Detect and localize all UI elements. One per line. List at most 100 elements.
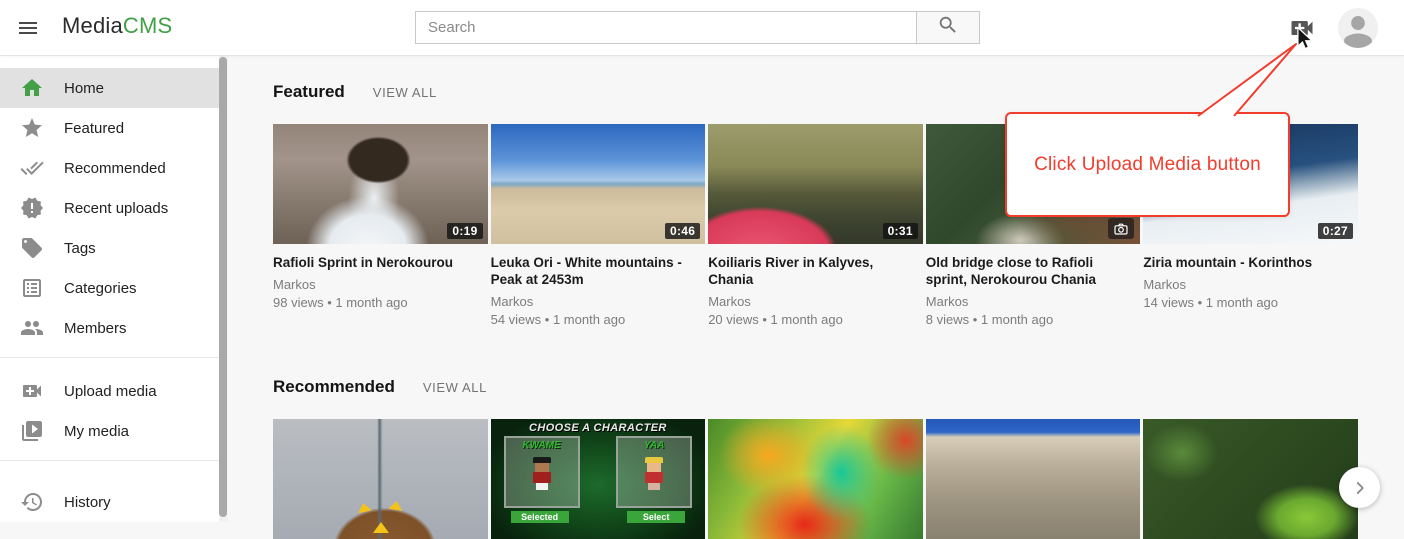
media-author[interactable]: Markos	[926, 294, 1141, 309]
pumpkin-eye	[388, 500, 403, 511]
media-card[interactable]	[926, 419, 1141, 539]
sidebar-divider	[0, 460, 219, 461]
sidebar-item-featured[interactable]: Featured	[0, 108, 219, 148]
search-button[interactable]	[917, 11, 980, 44]
sidebar-item-label: Featured	[64, 120, 124, 137]
game-select-button: Select	[627, 511, 685, 523]
history-icon	[20, 490, 44, 514]
upload-media-button[interactable]	[1288, 14, 1318, 42]
game-character-sprite	[645, 457, 663, 490]
sidebar-item-history[interactable]: History	[0, 482, 219, 522]
media-meta: 54 views • 1 month ago	[491, 312, 706, 327]
media-card[interactable]	[1143, 419, 1358, 539]
sidebar: Home Featured Recommended Recent uploads…	[0, 56, 219, 522]
members-icon	[20, 316, 44, 340]
video-thumbnail[interactable]: 0:19	[273, 124, 488, 244]
view-all-link[interactable]: VIEW ALL	[423, 380, 487, 395]
sidebar-item-label: History	[64, 494, 111, 511]
chevron-right-icon	[1349, 477, 1371, 499]
sidebar-scrollbar-thumb[interactable]	[219, 57, 227, 517]
media-author[interactable]: Markos	[1143, 277, 1358, 292]
sidebar-item-label: Categories	[64, 280, 137, 297]
game-character-panel: YAA	[616, 436, 692, 508]
video-thumbnail[interactable]	[273, 419, 488, 539]
media-title[interactable]: Rafioli Sprint in Nerokourou	[273, 254, 488, 271]
video-thumbnail[interactable]: 0:31	[708, 124, 923, 244]
media-author[interactable]: Markos	[273, 277, 488, 292]
section-title: Featured	[273, 82, 345, 102]
video-library-icon	[20, 419, 44, 443]
user-avatar[interactable]	[1338, 8, 1378, 48]
hamburger-menu-icon[interactable]	[14, 16, 42, 40]
video-upload-icon	[1288, 29, 1316, 46]
tour-tooltip: Click Upload Media button	[1005, 112, 1290, 217]
sidebar-item-label: Upload media	[64, 383, 157, 400]
home-icon	[20, 76, 44, 100]
sidebar-item-upload-media[interactable]: Upload media	[0, 371, 219, 411]
media-title[interactable]: Old bridge close to Rafioli sprint, Nero…	[926, 254, 1141, 288]
media-title[interactable]: Koiliaris River in Kalyves, Chania	[708, 254, 923, 288]
mediacms-logo[interactable]: MediaCMS	[62, 13, 172, 39]
media-card[interactable]: 0:31 Koiliaris River in Kalyves, Chania …	[708, 124, 923, 327]
sidebar-item-label: Home	[64, 80, 104, 97]
media-card[interactable]	[708, 419, 923, 539]
video-thumbnail[interactable]: 0:46	[491, 124, 706, 244]
view-all-link[interactable]: VIEW ALL	[373, 85, 437, 100]
pumpkin-nose	[373, 522, 389, 533]
sidebar-item-label: Members	[64, 320, 127, 337]
logo-part-media: Media	[62, 13, 123, 38]
recommended-cards-row: CHOOSE A CHARACTER KWAME YAA	[273, 419, 1358, 539]
person-icon	[1338, 8, 1378, 48]
logo-part-cms: CMS	[123, 13, 173, 38]
recommended-section: Recommended VIEW ALL CHOOSE A CHARACTER …	[273, 377, 1358, 539]
media-meta: 98 views • 1 month ago	[273, 295, 488, 310]
sidebar-item-categories[interactable]: Categories	[0, 268, 219, 308]
categories-icon	[20, 276, 44, 300]
search-icon	[937, 14, 959, 41]
sidebar-item-tags[interactable]: Tags	[0, 228, 219, 268]
media-author[interactable]: Markos	[491, 294, 706, 309]
media-title[interactable]: Leuka Ori - White mountains - Peak at 24…	[491, 254, 706, 288]
search-form	[415, 11, 980, 44]
carousel-next-button[interactable]	[1339, 467, 1380, 508]
search-input[interactable]	[415, 11, 917, 44]
duration-badge: 0:27	[1318, 223, 1353, 239]
game-character-sprite	[533, 457, 551, 490]
sidebar-item-members[interactable]: Members	[0, 308, 219, 348]
media-card[interactable]: 0:19 Rafioli Sprint in Nerokourou Markos…	[273, 124, 488, 327]
tooltip-text: Click Upload Media button	[1034, 154, 1261, 176]
media-meta: 8 views • 1 month ago	[926, 312, 1141, 327]
media-title[interactable]: Ziria mountain - Korinthos	[1143, 254, 1358, 271]
sidebar-item-label: My media	[64, 423, 129, 440]
media-meta: 20 views • 1 month ago	[708, 312, 923, 327]
sidebar-item-my-media[interactable]: My media	[0, 411, 219, 451]
media-card[interactable]	[273, 419, 488, 539]
sidebar-item-label: Tags	[64, 240, 96, 257]
camera-icon	[1108, 218, 1134, 239]
sidebar-item-recommended[interactable]: Recommended	[0, 148, 219, 188]
media-card[interactable]: CHOOSE A CHARACTER KWAME YAA	[491, 419, 706, 539]
game-character-name: YAA	[618, 440, 690, 451]
sidebar-item-label: Recommended	[64, 160, 166, 177]
duration-badge: 0:19	[447, 223, 482, 239]
media-author[interactable]: Markos	[708, 294, 923, 309]
media-meta: 14 views • 1 month ago	[1143, 295, 1358, 310]
new-releases-icon	[20, 196, 44, 220]
video-thumbnail[interactable]	[1143, 419, 1358, 539]
sidebar-item-recent-uploads[interactable]: Recent uploads	[0, 188, 219, 228]
double-check-icon	[20, 156, 44, 180]
game-character-panel: KWAME	[504, 436, 580, 508]
star-icon	[20, 116, 44, 140]
duration-badge: 0:46	[665, 223, 700, 239]
video-upload-icon	[20, 379, 44, 403]
video-thumbnail[interactable]: CHOOSE A CHARACTER KWAME YAA	[491, 419, 706, 539]
game-selected-button: Selected	[511, 511, 569, 523]
video-thumbnail[interactable]	[926, 419, 1141, 539]
game-heading-text: CHOOSE A CHARACTER	[491, 422, 706, 434]
sidebar-scrollbar-track[interactable]	[219, 56, 228, 522]
sidebar-item-home[interactable]: Home	[0, 68, 219, 108]
duration-badge: 0:31	[883, 223, 918, 239]
media-card[interactable]: 0:46 Leuka Ori - White mountains - Peak …	[491, 124, 706, 327]
top-header: MediaCMS	[0, 0, 1404, 56]
video-thumbnail[interactable]	[708, 419, 923, 539]
